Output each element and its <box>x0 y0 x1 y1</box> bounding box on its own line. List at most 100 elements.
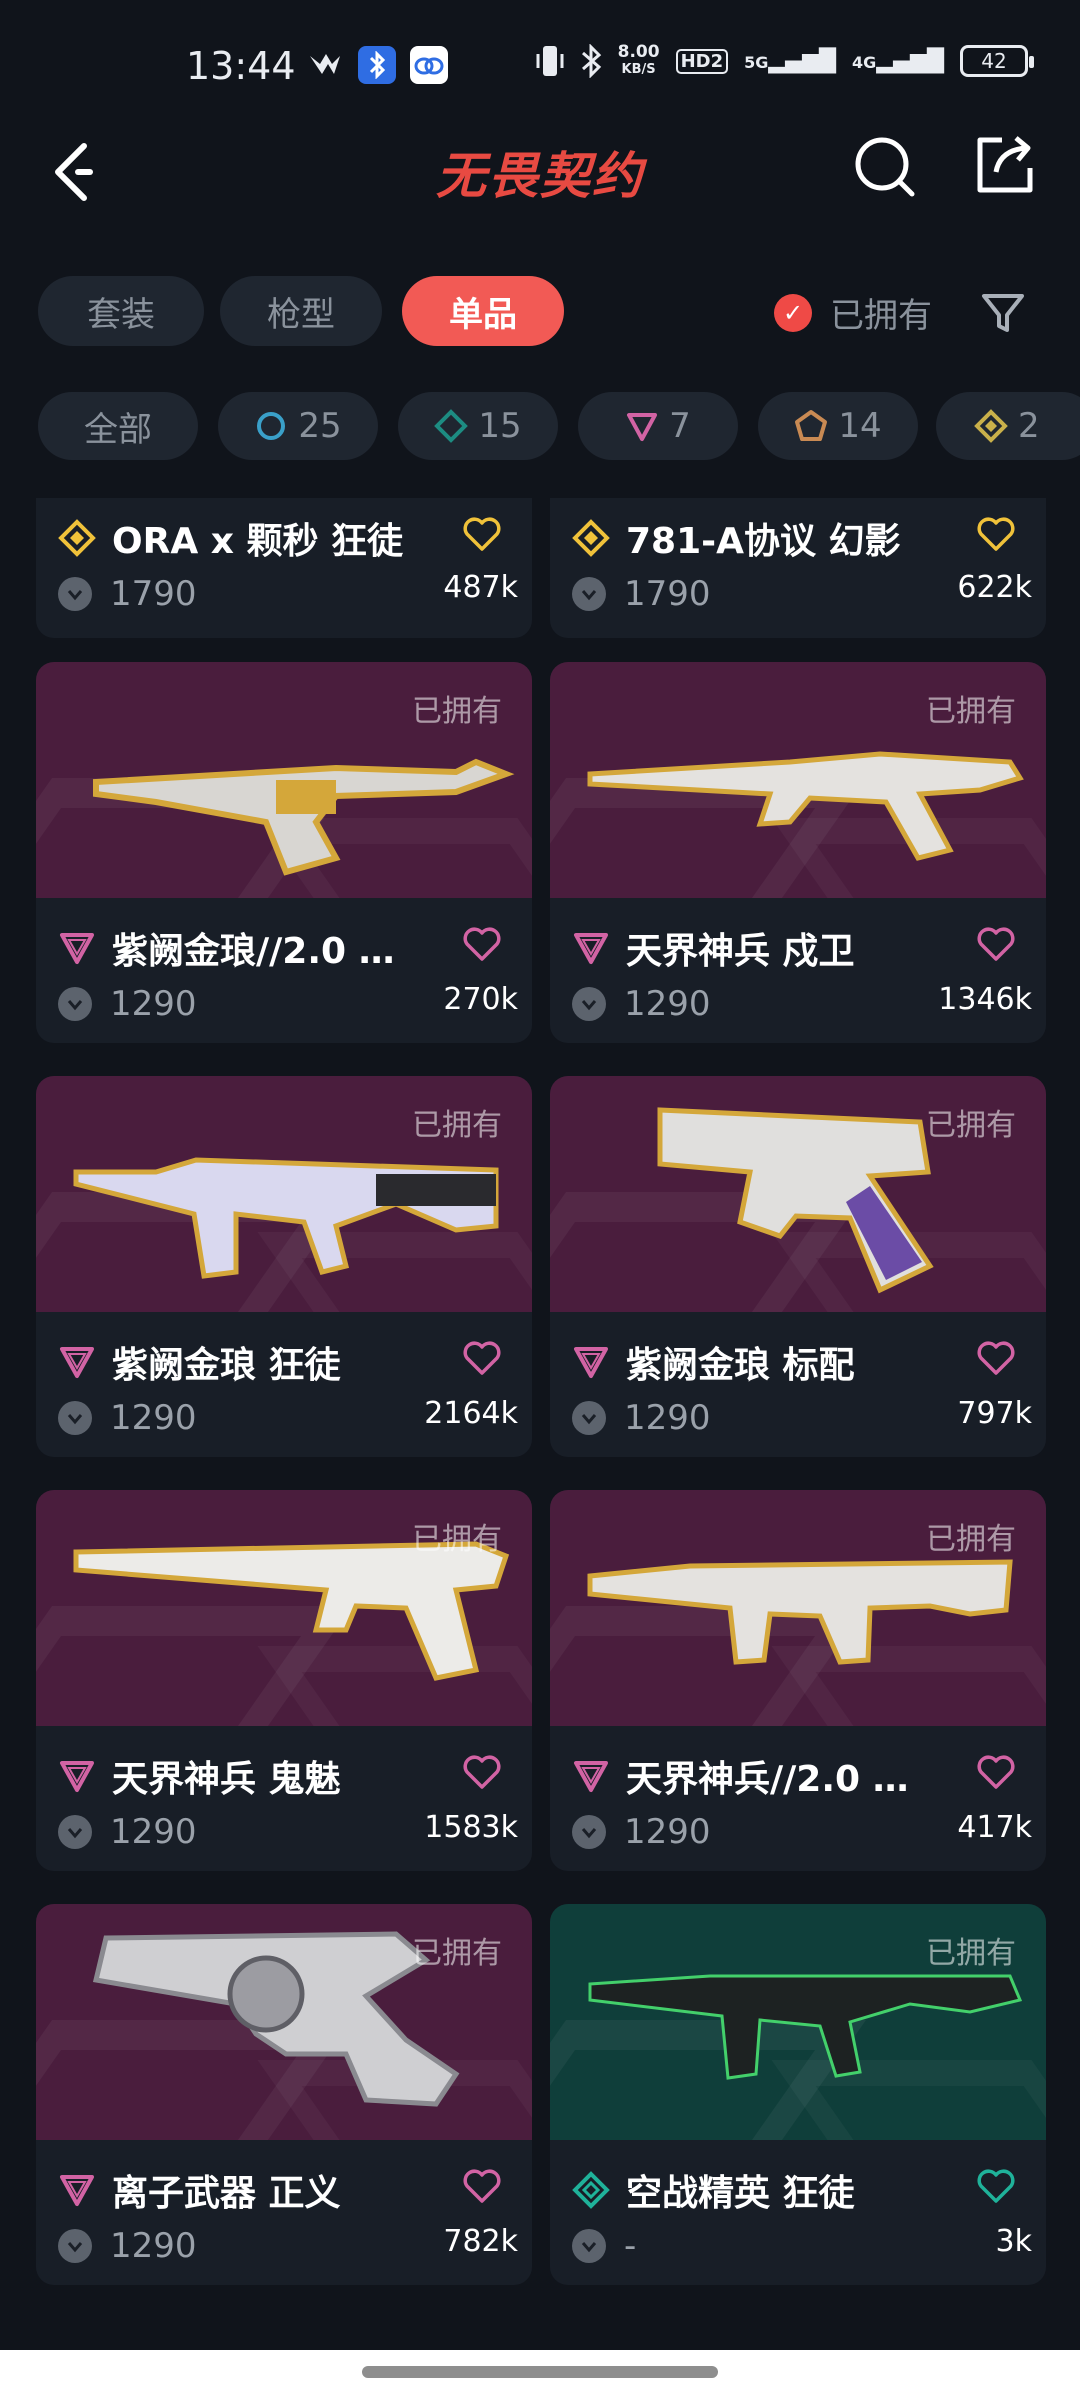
signal-4g-icon: 4G▂▄▆█ <box>852 48 944 74</box>
skin-image: 已拥有 <box>550 1076 1046 1312</box>
exclusive-tier-icon <box>974 409 1008 443</box>
select-tier-icon <box>257 412 286 440</box>
skin-card[interactable]: 已拥有 空战精英 狂徒 - 3k <box>550 1904 1046 2285</box>
owned-tag: 已拥有 <box>926 1108 1016 1143</box>
vp-currency-icon <box>572 2229 606 2263</box>
exclusive-tier-icon <box>58 519 96 557</box>
skin-card[interactable]: 已拥有紫阙金琅 标配 1290 797k <box>550 1076 1046 1457</box>
app-notification-icon <box>306 46 344 84</box>
tab-set[interactable]: 套装 <box>38 276 204 346</box>
skin-name: 紫阙金琅//2.0 奥… <box>112 931 418 972</box>
owned-tag: 已拥有 <box>926 1936 1016 1971</box>
skin-price: 1290 <box>624 1812 711 1852</box>
skin-price: 1290 <box>110 1398 197 1438</box>
chip-exclusive-tier[interactable]: 2 <box>936 392 1080 460</box>
checkmark-icon: ✓ <box>774 293 812 332</box>
chip-deluxe-tier[interactable]: 15 <box>398 392 558 460</box>
like-count: 3k <box>995 2224 1032 2259</box>
skin-image: 已拥有 <box>550 1904 1046 2140</box>
skin-image: 已拥有 <box>550 1490 1046 1726</box>
deluxe-tier-icon <box>434 409 469 443</box>
vp-currency-icon <box>58 577 92 611</box>
ultra-tier-icon <box>795 410 828 441</box>
like-count: 270k <box>443 982 518 1017</box>
heart-icon[interactable] <box>462 516 502 552</box>
owned-filter-toggle[interactable]: ✓ 已拥有 <box>774 288 932 337</box>
heart-icon[interactable] <box>462 1754 502 1790</box>
chip-ultra-tier[interactable]: 14 <box>758 392 918 460</box>
heart-icon[interactable] <box>462 926 502 962</box>
heart-icon[interactable] <box>462 1340 502 1376</box>
heart-icon[interactable] <box>976 516 1016 552</box>
filter-icon[interactable] <box>978 288 1028 338</box>
premium-tier-icon <box>574 1347 608 1378</box>
premium-tier-icon <box>574 933 608 964</box>
owned-tag: 已拥有 <box>412 1108 502 1143</box>
skin-card[interactable]: 已拥有紫阙金琅 狂徒 1290 2164k <box>36 1076 532 1457</box>
tier-filter-chips: 全部 25 15 7 14 2 <box>0 392 1080 462</box>
vibrate-icon <box>536 46 564 76</box>
skin-name: 781-A协议 幻影 <box>626 521 901 562</box>
skin-name: 紫阙金琅 狂徒 <box>112 1345 341 1386</box>
skin-name: ORA x 颗秒 狂徒 <box>112 521 404 562</box>
skin-price: 1290 <box>624 1398 711 1438</box>
skin-card[interactable]: ORA x 颗秒 狂徒 1790 487k <box>36 498 532 638</box>
owned-tag: 已拥有 <box>412 694 502 729</box>
skin-name: 离子武器 正义 <box>112 2173 341 2214</box>
skin-card[interactable]: 已拥有 天界神兵 鬼魅 1290 1583k <box>36 1490 532 1871</box>
like-count: 622k <box>957 570 1032 605</box>
skin-price: 1290 <box>110 2226 197 2266</box>
skin-card[interactable]: 已拥有 天界神兵//2.0 幻… 1290 417k <box>550 1490 1046 1871</box>
skin-name: 天界神兵 戍卫 <box>626 931 855 972</box>
status-bar: 13:44 8.00 KB/S HD2 5G▂▄▆█ 4G▂▄▆█ 42 <box>0 0 1080 130</box>
like-count: 782k <box>443 2224 518 2259</box>
chip-select-tier[interactable]: 25 <box>218 392 378 460</box>
skin-card[interactable]: 已拥有 紫阙金琅//2.0 奥… 1290 270k <box>36 662 532 1043</box>
skin-card[interactable]: 已拥有离子武器 正义 1290 782k <box>36 1904 532 2285</box>
skin-card[interactable]: 781-A协议 幻影 1790 622k <box>550 498 1046 638</box>
skin-grid: ORA x 颗秒 狂徒 1790 487k 781-A协议 幻影 1790 62… <box>0 498 1080 2298</box>
signal-5g-icon: 5G▂▄▆█ <box>744 48 837 74</box>
home-gesture-handle[interactable] <box>362 2366 718 2378</box>
vp-currency-icon <box>572 987 606 1021</box>
chip-all[interactable]: 全部 <box>38 392 198 460</box>
like-count: 487k <box>443 570 518 605</box>
hd-badge: HD2 <box>675 48 729 74</box>
skin-name: 天界神兵//2.0 幻… <box>626 1759 932 1800</box>
like-count: 797k <box>957 1396 1032 1431</box>
vp-currency-icon <box>58 1815 92 1849</box>
premium-tier-icon <box>60 2175 94 2206</box>
search-icon[interactable] <box>852 134 918 200</box>
premium-tier-icon <box>60 1761 94 1792</box>
app-header: 无畏契约 <box>0 120 1080 230</box>
like-count: 1346k <box>938 982 1032 1017</box>
tab-single-item[interactable]: 单品 <box>402 276 564 346</box>
share-icon[interactable] <box>972 132 1038 198</box>
cloud-app-icon <box>410 46 448 84</box>
vp-currency-icon <box>572 1401 606 1435</box>
heart-icon[interactable] <box>976 1340 1016 1376</box>
premium-tier-icon <box>60 1347 94 1378</box>
skin-name: 紫阙金琅 标配 <box>626 1345 855 1386</box>
heart-icon[interactable] <box>976 926 1016 962</box>
vp-currency-icon <box>58 1401 92 1435</box>
system-status-icons: 8.00 KB/S HD2 5G▂▄▆█ 4G▂▄▆█ 42 <box>536 42 1034 80</box>
skin-name: 天界神兵 鬼魅 <box>112 1759 341 1800</box>
heart-icon[interactable] <box>976 2168 1016 2204</box>
like-count: 2164k <box>424 1396 518 1431</box>
skin-card[interactable]: 已拥有 天界神兵 戍卫 1290 1346k <box>550 662 1046 1043</box>
chip-premium-tier[interactable]: 7 <box>578 392 738 460</box>
tab-weapon-type[interactable]: 枪型 <box>220 276 382 346</box>
premium-tier-icon <box>627 413 658 441</box>
skin-price: 1790 <box>110 574 197 614</box>
category-tabs: 套装 枪型 单品 ✓ 已拥有 <box>0 276 1080 348</box>
premium-tier-icon <box>60 933 94 964</box>
page-title: 无畏契约 <box>436 147 644 205</box>
deluxe-tier-icon <box>572 2171 610 2209</box>
owned-tag: 已拥有 <box>926 1522 1016 1557</box>
heart-icon[interactable] <box>462 2168 502 2204</box>
skin-image: 已拥有 <box>36 1904 532 2140</box>
owned-filter-label: 已拥有 <box>830 296 932 336</box>
heart-icon[interactable] <box>976 1754 1016 1790</box>
skin-price: 1290 <box>110 1812 197 1852</box>
